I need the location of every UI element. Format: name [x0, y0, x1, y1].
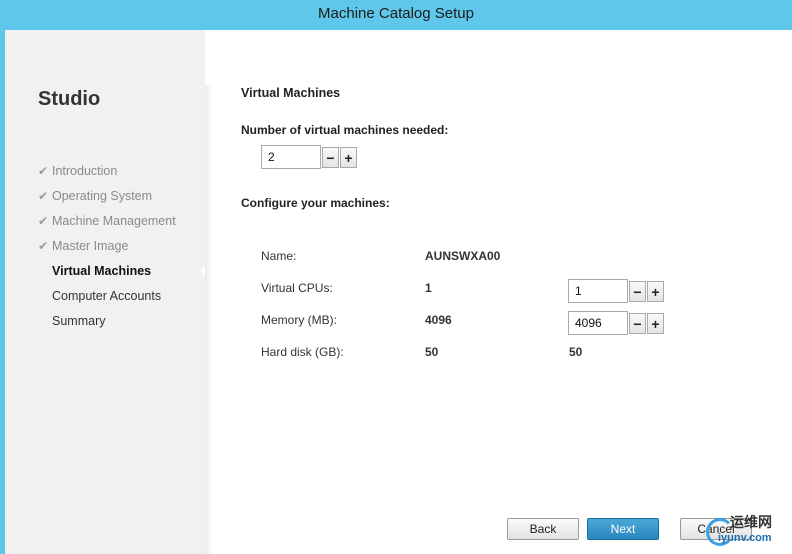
memory-value: 4096 — [425, 313, 452, 327]
section-title: Virtual Machines — [241, 86, 341, 100]
vcpu-input[interactable] — [568, 279, 628, 303]
step-operating-system: ✔ Operating System — [38, 186, 176, 211]
wizard-sidebar: Studio ✔ Introduction ✔ Operating System… — [5, 30, 205, 554]
vcpu-label: Virtual CPUs: — [261, 281, 333, 295]
next-button[interactable]: Next — [587, 518, 659, 540]
step-label: Computer Accounts — [52, 289, 162, 303]
step-label: Operating System — [52, 189, 153, 203]
hard-disk-configured-value: 50 — [569, 345, 583, 359]
checkmark-icon: ✔ — [38, 239, 49, 253]
checkmark-icon: ✔ — [38, 189, 49, 203]
configure-label: Configure your machines: — [241, 196, 390, 210]
num-vms-input[interactable] — [261, 145, 321, 169]
back-button[interactable]: Back — [507, 518, 579, 540]
num-vms-increment-button[interactable]: + — [340, 147, 357, 168]
step-label: Introduction — [52, 164, 118, 178]
vcpu-increment-button[interactable]: + — [647, 281, 664, 302]
wizard-steps: ✔ Introduction ✔ Operating System ✔ Mach… — [38, 161, 176, 336]
step-label: Virtual Machines — [52, 264, 152, 278]
step-introduction: ✔ Introduction — [38, 161, 176, 186]
checkmark-icon: ✔ — [38, 214, 49, 228]
window-title: Machine Catalog Setup — [318, 5, 474, 22]
name-value: AUNSWXA00 — [425, 249, 501, 263]
step-label: Master Image — [52, 239, 129, 253]
watermark-top-text: 运维网 — [730, 514, 772, 530]
name-label: Name: — [261, 249, 297, 263]
memory-increment-button[interactable]: + — [647, 313, 664, 334]
hard-disk-value: 50 — [425, 345, 439, 359]
vcpu-decrement-button[interactable]: − — [629, 281, 646, 302]
memory-decrement-button[interactable]: − — [629, 313, 646, 334]
num-vms-decrement-button[interactable]: − — [322, 147, 339, 168]
memory-input[interactable] — [568, 311, 628, 335]
product-title: Studio — [38, 88, 101, 110]
memory-label: Memory (MB): — [261, 313, 337, 327]
window-titlebar: Machine Catalog Setup — [0, 0, 792, 30]
checkmark-icon: ✔ — [38, 164, 49, 178]
num-vms-label: Number of virtual machines needed: — [241, 123, 449, 137]
vcpu-stepper: − + — [568, 279, 664, 303]
vcpu-value: 1 — [425, 281, 432, 295]
watermark-bottom-text: iyunv.com — [718, 532, 772, 544]
sidebar-shadow — [205, 85, 213, 554]
step-virtual-machines: Virtual Machines — [38, 261, 176, 286]
wizard-window: Studio ✔ Introduction ✔ Operating System… — [5, 30, 792, 554]
step-label: Summary — [52, 314, 106, 328]
watermark-logo: 运维网 iyunv.com — [700, 510, 790, 550]
num-vms-stepper: − + — [261, 145, 357, 169]
step-summary: Summary — [38, 311, 176, 336]
step-master-image: ✔ Master Image — [38, 236, 176, 261]
step-machine-management: ✔ Machine Management — [38, 211, 176, 236]
step-label: Machine Management — [52, 214, 176, 228]
hard-disk-label: Hard disk (GB): — [261, 345, 344, 359]
memory-stepper: − + — [568, 311, 664, 335]
step-computer-accounts: Computer Accounts — [38, 286, 176, 311]
